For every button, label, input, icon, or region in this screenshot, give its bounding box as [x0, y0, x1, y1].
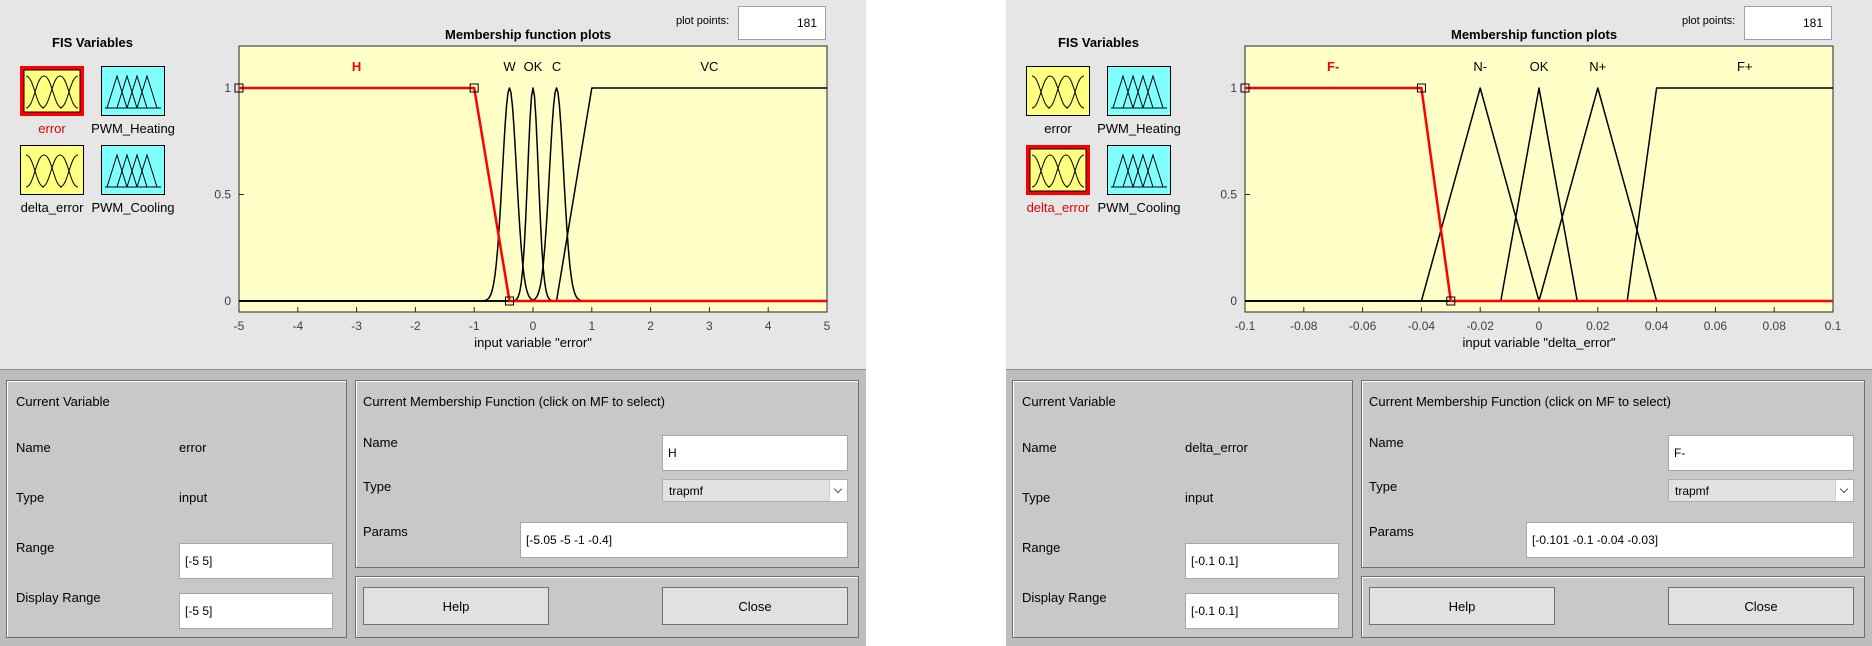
y-tick-label: 0 [224, 294, 231, 308]
mf-label-N-[interactable]: N- [1473, 59, 1487, 74]
type-label: Type [1022, 490, 1051, 505]
x-tick-label: -1 [469, 319, 480, 333]
x-tick-label: 0 [1536, 319, 1543, 333]
current-mf-group: Current Membership Function (click on MF… [1361, 380, 1865, 568]
mf-label-H[interactable]: H [352, 59, 361, 74]
x-tick-label: 1 [588, 319, 595, 333]
variable-name-value: delta_error [1185, 440, 1248, 455]
y-tick-label: 0.5 [1220, 188, 1237, 202]
x-tick-label: -0.08 [1290, 319, 1318, 333]
x-tick-label: 0.08 [1763, 319, 1787, 333]
display-range-field[interactable]: [-5 5] [179, 593, 333, 629]
y-tick-label: 1 [224, 81, 231, 95]
editor-controls-area: Current Variable Name error Type input Range D… [0, 369, 866, 646]
name-label: Name [1022, 440, 1057, 455]
range-label: Range [16, 540, 55, 555]
chevron-down-icon[interactable] [1835, 480, 1853, 501]
x-axis-label: input variable "delta_error" [1462, 335, 1616, 350]
x-tick-label: 0 [530, 319, 537, 333]
mf-label-OK[interactable]: OK [1530, 59, 1549, 74]
mf-type-select[interactable]: trapmf [1668, 479, 1854, 502]
chevron-down-icon[interactable] [829, 480, 847, 501]
fis-plot-area: FIS Variables error PWM_Heating delta_error… [1006, 0, 1872, 369]
type-label: Type [16, 490, 45, 505]
mf-label-F+[interactable]: F+ [1737, 59, 1753, 74]
x-tick-label: -0.04 [1408, 319, 1436, 333]
x-tick-label: 0.06 [1704, 319, 1728, 333]
mf-name-label: Name [1369, 435, 1404, 450]
x-tick-label: 5 [824, 319, 831, 333]
mf-params-field[interactable]: [-5.05 -5 -1 -0.4] [520, 522, 848, 558]
mf-params-label: Params [363, 524, 408, 539]
mf-label-F-[interactable]: F- [1327, 59, 1339, 74]
mf-type-label: Type [363, 479, 392, 494]
mf-label-W[interactable]: W [503, 59, 516, 74]
range-field[interactable]: [-0.1 0.1] [1185, 543, 1339, 579]
mf-type-select[interactable]: trapmf [662, 479, 848, 502]
membership-function-plot[interactable]: -5 -4 -3 -2 -1 0 1 2 3 4 5 0 0.5 1 H W OK C VC [0, 0, 866, 369]
fis-plot-area: FIS Variables error PWM_Heating delta_error… [0, 0, 866, 369]
display-range-field[interactable]: [-0.1 0.1] [1185, 593, 1339, 629]
y-tick-label: 0 [1230, 294, 1237, 308]
current-mf-group: Current Membership Function (click on MF… [355, 380, 859, 568]
editor-controls-area: Current Variable Name delta_error Type input… [1006, 369, 1872, 646]
mf-label-OK[interactable]: OK [524, 59, 543, 74]
x-tick-label: -0.02 [1467, 319, 1495, 333]
mf-label-N+[interactable]: N+ [1589, 59, 1606, 74]
x-tick-label: 3 [706, 319, 713, 333]
button-group: Help Close [1361, 576, 1865, 638]
mf-type-value: trapmf [669, 483, 704, 498]
mf-type-label: Type [1369, 479, 1398, 494]
y-tick-label: 0.5 [214, 188, 231, 202]
current-mf-title: Current Membership Function (click on MF… [1369, 394, 1671, 409]
x-tick-label: -5 [234, 319, 245, 333]
close-button[interactable]: Close [1668, 587, 1854, 625]
close-button[interactable]: Close [662, 587, 848, 625]
x-tick-label: -0.06 [1349, 319, 1377, 333]
display-range-label: Display Range [1022, 590, 1107, 605]
x-tick-label: 2 [647, 319, 654, 333]
mf-name-label: Name [363, 435, 398, 450]
mf-name-field[interactable]: F- [1668, 435, 1854, 471]
range-label: Range [1022, 540, 1061, 555]
current-variable-group: Current Variable Name delta_error Type input… [1012, 380, 1353, 638]
x-tick-label: 4 [765, 319, 772, 333]
current-mf-title: Current Membership Function (click on MF… [363, 394, 665, 409]
x-tick-label: -0.1 [1235, 319, 1256, 333]
button-group: Help Close [355, 576, 859, 638]
variable-type-value: input [179, 490, 208, 505]
variable-type-value: input [1185, 490, 1214, 505]
range-field[interactable]: [-5 5] [179, 543, 333, 579]
mf-params-field[interactable]: [-0.101 -0.1 -0.04 -0.03] [1526, 522, 1854, 558]
mf-editor-panel-delta-error: FIS Variables error PWM_Heating delta_error… [1006, 0, 1872, 646]
x-tick-label: 0.04 [1645, 319, 1669, 333]
membership-function-plot[interactable]: -0.1 -0.08 -0.06 -0.04 -0.02 0 0.02 0.04 0.06 0.0… [1006, 0, 1872, 369]
y-tick-label: 1 [1230, 81, 1237, 95]
display-range-label: Display Range [16, 590, 101, 605]
x-tick-label: 0.1 [1825, 319, 1842, 333]
current-variable-title: Current Variable [1022, 394, 1116, 409]
mf-type-value: trapmf [1675, 483, 1710, 498]
mf-label-C[interactable]: C [552, 59, 561, 74]
mf-name-field[interactable]: H [662, 435, 848, 471]
x-tick-label: -3 [351, 319, 362, 333]
x-tick-label: -4 [292, 319, 303, 333]
current-variable-group: Current Variable Name error Type input Range D… [6, 380, 347, 638]
x-tick-label: 0.02 [1586, 319, 1610, 333]
current-variable-title: Current Variable [16, 394, 110, 409]
help-button[interactable]: Help [363, 587, 549, 625]
variable-name-value: error [179, 440, 207, 455]
mf-params-label: Params [1369, 524, 1414, 539]
mf-editor-panel-error: FIS Variables error PWM_Heating delta_error… [0, 0, 866, 646]
help-button[interactable]: Help [1369, 587, 1555, 625]
x-axis-label: input variable "error" [474, 335, 592, 350]
x-tick-label: -2 [410, 319, 421, 333]
mf-label-VC[interactable]: VC [700, 59, 718, 74]
name-label: Name [16, 440, 51, 455]
